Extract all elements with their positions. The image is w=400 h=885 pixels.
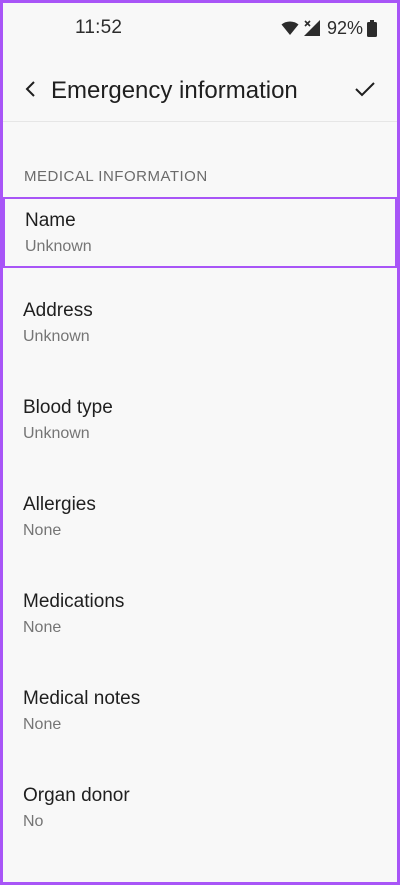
list-item-medications[interactable]: Medications None	[3, 577, 397, 674]
list-item-address[interactable]: Address Unknown	[3, 286, 397, 383]
battery-percent: 92%	[326, 17, 363, 38]
battery-icon	[367, 19, 377, 37]
status-bar: 11:52 92%	[3, 3, 397, 53]
status-icons: 92%	[281, 17, 377, 39]
list-item-title: Medications	[23, 591, 125, 612]
app-bar-divider	[3, 121, 397, 122]
list-item-medical-notes[interactable]: Medical notes None	[3, 674, 397, 771]
medical-info-list: Name Unknown Address Unknown Blood type …	[3, 197, 397, 868]
list-item-organ-donor[interactable]: Organ donor No	[3, 771, 397, 868]
list-item-title: Address	[23, 300, 93, 321]
list-item-value: Unknown	[25, 238, 92, 255]
list-item-title: Name	[25, 210, 76, 231]
list-item-value: None	[23, 716, 62, 733]
section-header: MEDICAL INFORMATION	[24, 168, 208, 185]
wifi-icon	[281, 20, 299, 36]
list-item-value: None	[23, 522, 62, 539]
list-item-value: None	[23, 619, 62, 636]
list-item-value: Unknown	[23, 425, 90, 442]
back-arrow-icon	[24, 80, 38, 103]
list-item-value: Unknown	[23, 328, 90, 345]
list-item-title: Organ donor	[23, 785, 130, 806]
no-signal-icon	[303, 19, 321, 37]
list-item-value: No	[23, 813, 44, 830]
list-item-blood-type[interactable]: Blood type Unknown	[3, 383, 397, 480]
page-title: Emergency information	[51, 77, 298, 104]
screen-frame: 11:52 92% Emergency information MEDICAL …	[0, 0, 400, 885]
list-item-name[interactable]: Name Unknown	[3, 197, 397, 268]
app-bar: Emergency information	[3, 53, 397, 123]
list-item-allergies[interactable]: Allergies None	[3, 480, 397, 577]
list-item-title: Allergies	[23, 494, 96, 515]
list-item-title: Medical notes	[23, 688, 141, 709]
status-time: 11:52	[75, 17, 123, 38]
check-icon	[354, 80, 376, 103]
list-item-title: Blood type	[23, 397, 113, 418]
back-button[interactable]	[13, 73, 49, 109]
confirm-button[interactable]	[347, 73, 383, 109]
